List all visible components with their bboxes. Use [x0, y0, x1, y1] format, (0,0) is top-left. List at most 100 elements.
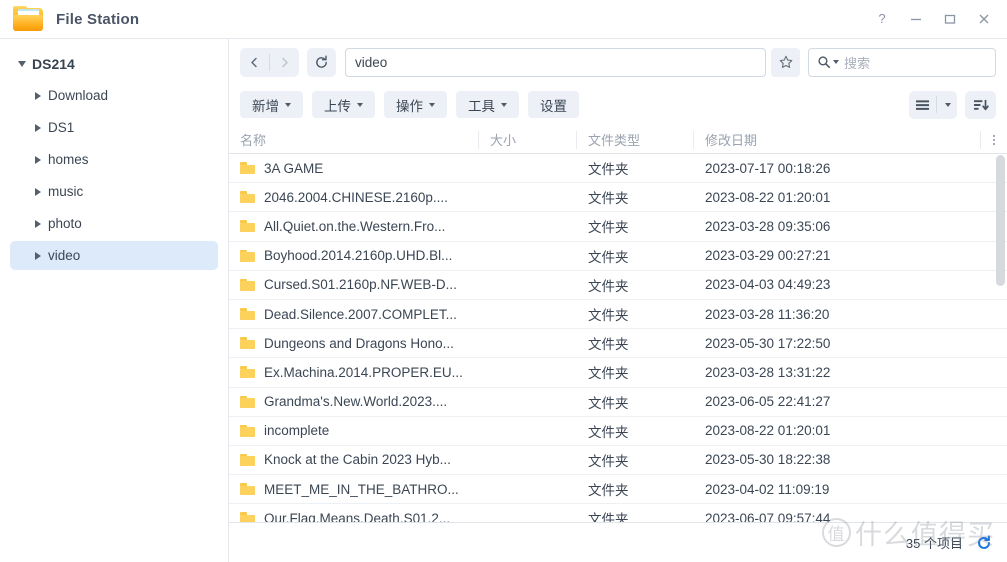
file-name: Grandma's.New.World.2023....: [264, 394, 448, 410]
cell-date: 2023-03-28 13:31:22: [705, 364, 831, 380]
chevron-down-icon[interactable]: [937, 91, 957, 119]
column-header-date[interactable]: 修改日期: [694, 126, 981, 154]
table-row[interactable]: All.Quiet.on.the.Western.Fro... 文件夹 2023-0…: [229, 212, 1007, 242]
help-icon[interactable]: ?: [865, 2, 899, 36]
settings-button-label: 设置: [540, 98, 567, 114]
chevron-right-icon[interactable]: [30, 91, 45, 100]
tools-button-label: 工具: [468, 98, 495, 114]
cell-name: Boyhood.2014.2160p.UHD.Bl...: [229, 248, 479, 263]
path-value: video: [355, 54, 388, 70]
refresh-icon[interactable]: [975, 534, 993, 552]
action-button[interactable]: 操作: [384, 91, 447, 118]
file-name: Boyhood.2014.2160p.UHD.Bl...: [264, 248, 453, 264]
chevron-down-icon: [429, 102, 435, 107]
file-station-window: File Station ? DS214 Download DS1 homes …: [0, 0, 1007, 562]
vertical-scrollbar[interactable]: [996, 155, 1005, 547]
table-row[interactable]: Dungeons and Dragons Hono... 文件夹 2023-05-3…: [229, 329, 1007, 359]
sidebar-item-homes[interactable]: homes: [10, 145, 218, 174]
column-header-type[interactable]: 文件类型: [577, 126, 694, 154]
sidebar-item-video[interactable]: video: [10, 241, 218, 270]
file-name: 3A GAME: [264, 160, 324, 176]
folder-icon: [240, 162, 255, 175]
folder-tree: DS214 Download DS1 homes music photo vid…: [0, 39, 228, 270]
more-options-icon[interactable]: [981, 133, 1007, 147]
back-icon[interactable]: [240, 48, 269, 77]
column-header-name[interactable]: 名称: [229, 126, 479, 154]
cell-date: 2023-06-05 22:41:27: [705, 394, 831, 410]
table-row[interactable]: incomplete 文件夹 2023-08-22 01:20:01: [229, 417, 1007, 446]
folder-icon: [240, 483, 255, 496]
table-row[interactable]: 2046.2004.CHINESE.2160p.... 文件夹 2023-08-22…: [229, 183, 1007, 213]
cell-date: 2023-03-28 11:36:20: [705, 306, 830, 322]
sidebar-item-download[interactable]: Download: [10, 81, 218, 110]
chevron-down-icon[interactable]: [833, 60, 839, 64]
cell-type: 文件夹: [588, 278, 629, 294]
table-body: 3A GAME 文件夹 2023-07-17 00:18:26 2046.2004.C…: [229, 154, 1007, 548]
chevron-right-icon[interactable]: [30, 187, 45, 196]
chevron-down-icon: [285, 102, 291, 107]
tools-button[interactable]: 工具: [456, 91, 519, 118]
cell-type: 文件夹: [588, 162, 629, 178]
sidebar-item-ds1[interactable]: DS1: [10, 113, 218, 142]
maximize-icon[interactable]: [933, 2, 967, 36]
close-icon[interactable]: [967, 2, 1001, 36]
cell-type: 文件夹: [588, 424, 629, 440]
sidebar-item-ds214[interactable]: DS214: [0, 49, 228, 78]
file-name: All.Quiet.on.the.Western.Fro...: [264, 218, 446, 234]
sidebar-item-photo[interactable]: photo: [10, 209, 218, 238]
path-input[interactable]: video: [345, 47, 766, 77]
table-row[interactable]: Dead.Silence.2007.COMPLET... 文件夹 2023-03-2…: [229, 300, 1007, 330]
table-row[interactable]: Boyhood.2014.2160p.UHD.Bl... 文件夹 2023-03-2…: [229, 242, 1007, 271]
forward-icon[interactable]: [270, 48, 299, 77]
cell-name: Cursed.S01.2160p.NF.WEB-D...: [229, 277, 479, 292]
table-row[interactable]: 3A GAME 文件夹 2023-07-17 00:18:26: [229, 154, 1007, 184]
cell-type: 文件夹: [588, 249, 629, 265]
file-name: Dead.Silence.2007.COMPLET...: [264, 306, 457, 322]
cell-name: incomplete: [229, 423, 479, 438]
nav-history-group: [240, 47, 299, 77]
settings-button[interactable]: 设置: [528, 91, 579, 118]
file-name: incomplete: [264, 423, 330, 439]
cell-date: 2023-04-03 04:49:23: [705, 277, 831, 293]
folder-icon: [240, 308, 255, 321]
chevron-right-icon[interactable]: [30, 155, 45, 164]
sidebar-item-label: music: [48, 184, 84, 199]
cell-date: 2023-05-30 17:22:50: [705, 335, 831, 351]
star-icon[interactable]: [771, 47, 800, 77]
sidebar-item-label: Download: [48, 88, 109, 103]
table-row[interactable]: Cursed.S01.2160p.NF.WEB-D... 文件夹 2023-04-0…: [229, 271, 1007, 300]
chevron-down-icon: [357, 102, 363, 107]
column-header-size[interactable]: 大小: [479, 126, 577, 154]
upload-button-label: 上传: [324, 98, 351, 114]
folder-icon: [240, 337, 255, 350]
cell-type: 文件夹: [588, 191, 629, 207]
table-row[interactable]: Grandma's.New.World.2023.... 文件夹 2023-06-0…: [229, 388, 1007, 417]
sidebar-item-music[interactable]: music: [10, 177, 218, 206]
sidebar: DS214 Download DS1 homes music photo vid…: [0, 39, 228, 562]
list-view-icon[interactable]: [909, 91, 936, 119]
table-row[interactable]: Ex.Machina.2014.PROPER.EU... 文件夹 2023-03-2…: [229, 358, 1007, 388]
cell-name: Dead.Silence.2007.COMPLET...: [229, 307, 479, 322]
file-name: MEET_ME_IN_THE_BATHRO...: [264, 481, 459, 497]
folder-icon: [13, 6, 43, 32]
folder-icon: [240, 191, 255, 204]
chevron-right-icon[interactable]: [30, 219, 45, 228]
new-button[interactable]: 新增: [240, 91, 303, 118]
chevron-down-icon[interactable]: [14, 60, 30, 67]
cell-type: 文件夹: [588, 366, 629, 382]
cell-type: 文件夹: [588, 395, 629, 411]
file-name: Cursed.S01.2160p.NF.WEB-D...: [264, 277, 457, 293]
refresh-icon[interactable]: [307, 47, 336, 77]
upload-button[interactable]: 上传: [312, 91, 375, 118]
table-row[interactable]: Knock at the Cabin 2023 Hyb... 文件夹 2023-05…: [229, 446, 1007, 476]
search-input[interactable]: 搜索: [808, 47, 996, 77]
table-row[interactable]: MEET_ME_IN_THE_BATHRO... 文件夹 2023-04-02 11…: [229, 475, 1007, 505]
cell-name: 3A GAME: [229, 161, 479, 176]
folder-icon: [240, 366, 255, 379]
chevron-right-icon[interactable]: [30, 123, 45, 132]
scrollbar-thumb[interactable]: [996, 155, 1005, 286]
minimize-icon[interactable]: [899, 2, 933, 36]
folder-icon: [240, 395, 255, 408]
chevron-right-icon[interactable]: [30, 251, 45, 260]
sort-descending-icon[interactable]: [965, 90, 996, 119]
